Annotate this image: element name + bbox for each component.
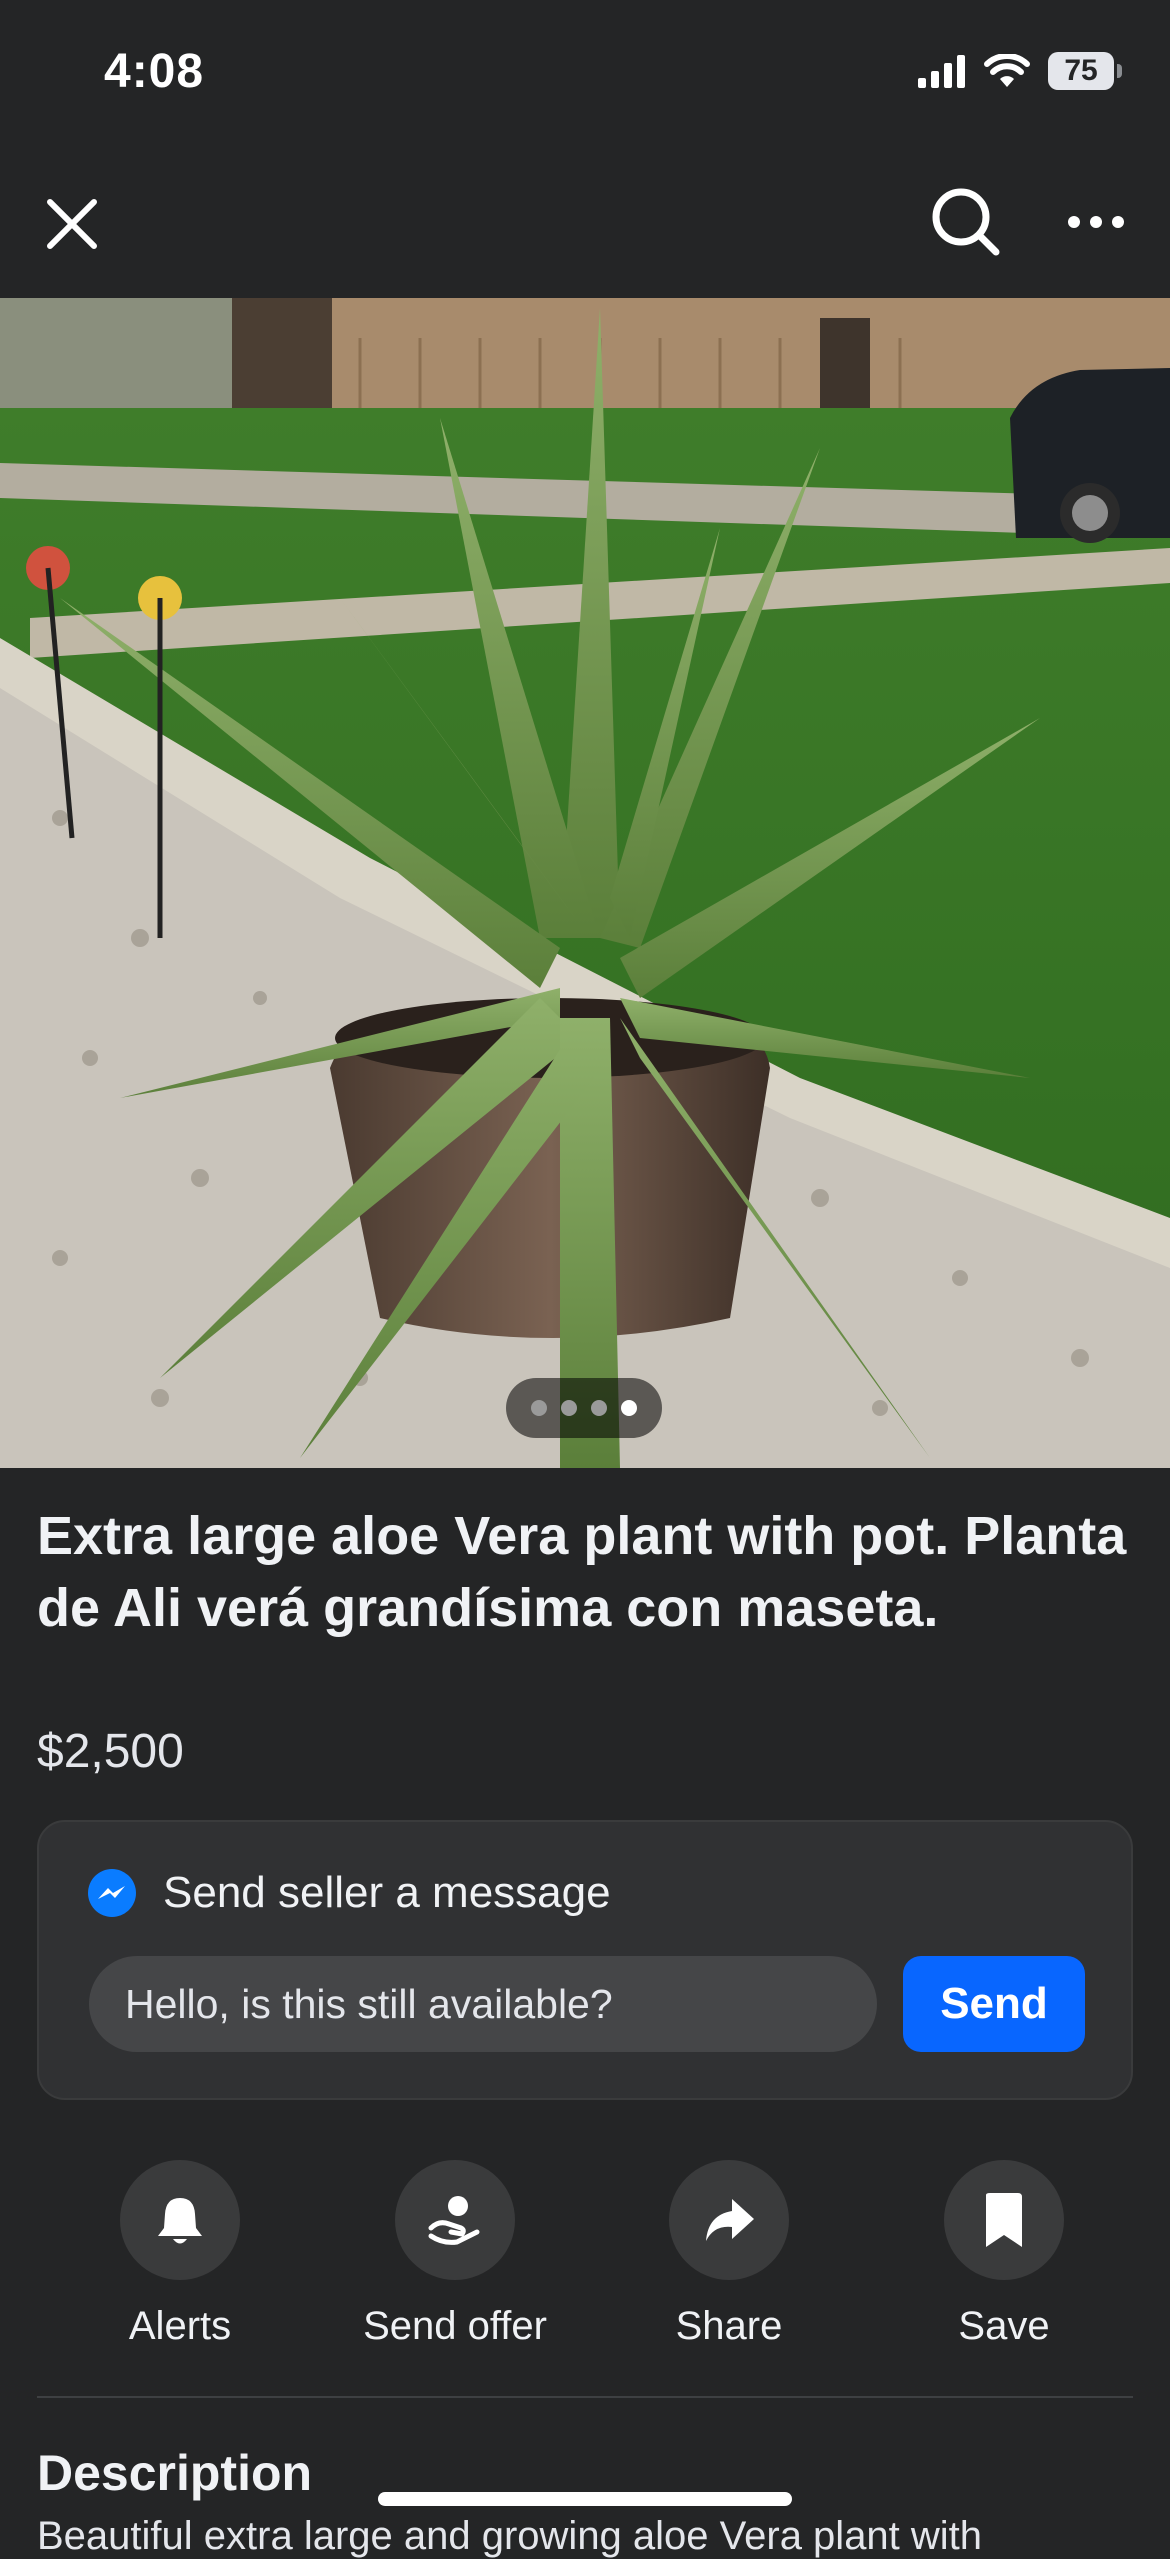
battery-indicator: 75: [1048, 52, 1122, 90]
section-divider: [37, 2396, 1133, 2398]
share-arrow-icon: [706, 2199, 754, 2241]
pagination-dot[interactable]: [561, 1400, 577, 1416]
messenger-icon: [88, 1869, 136, 1917]
status-icons: 75: [918, 52, 1122, 90]
send-button[interactable]: Send: [903, 1956, 1085, 2052]
listing-photo[interactable]: [0, 298, 1170, 1468]
listing-price: $2,500: [37, 1725, 184, 1778]
action-row: Alerts Send offer Share Save: [37, 2160, 1133, 2348]
listing-title: Extra large aloe Vera plant with pot. Pl…: [37, 1506, 1127, 1638]
top-bar: [0, 150, 1170, 298]
status-bar: 4:08 75: [0, 0, 1170, 150]
share-label: Share: [675, 2304, 783, 2348]
message-seller-card: Send seller a message Send: [37, 1820, 1133, 2100]
description-text: Beautiful extra large and growing aloe V…: [37, 2514, 983, 2558]
save-label: Save: [958, 2304, 1050, 2348]
pagination-dot[interactable]: [591, 1400, 607, 1416]
send-offer-circle[interactable]: [395, 2160, 515, 2280]
close-icon: [47, 199, 97, 249]
alerts-circle[interactable]: [120, 2160, 240, 2280]
alerts-label: Alerts: [128, 2304, 232, 2348]
send-offer-button[interactable]: Send offer: [325, 2160, 585, 2349]
more-horizontal-icon: [1068, 216, 1124, 228]
share-circle[interactable]: [669, 2160, 789, 2280]
home-indicator[interactable]: [378, 2492, 792, 2506]
search-icon: [932, 188, 1000, 256]
bell-icon: [158, 2198, 202, 2244]
send-offer-label: Send offer: [363, 2304, 547, 2348]
search-button[interactable]: [928, 184, 1004, 260]
message-header: Send seller a message: [87, 1868, 611, 1918]
pagination-dot-active[interactable]: [621, 1400, 637, 1416]
message-header-label: Send seller a message: [163, 1868, 611, 1917]
cellular-signal-icon: [918, 55, 965, 88]
close-button[interactable]: [36, 188, 108, 260]
bookmark-icon: [986, 2193, 1022, 2247]
photo-pagination: [506, 1378, 662, 1438]
alerts-button[interactable]: Alerts: [50, 2160, 310, 2349]
pagination-dot[interactable]: [531, 1400, 547, 1416]
save-button[interactable]: Save: [874, 2160, 1134, 2349]
offer-hand-icon: [428, 2196, 480, 2245]
description-heading: Description: [37, 2445, 313, 2501]
save-circle[interactable]: [944, 2160, 1064, 2280]
aloe-plant-image: [0, 298, 1170, 1468]
share-button[interactable]: Share: [599, 2160, 859, 2349]
more-options-button[interactable]: [1060, 194, 1132, 250]
message-input[interactable]: [89, 1956, 877, 2052]
status-time: 4:08: [104, 45, 205, 98]
wifi-icon: [984, 54, 1030, 87]
